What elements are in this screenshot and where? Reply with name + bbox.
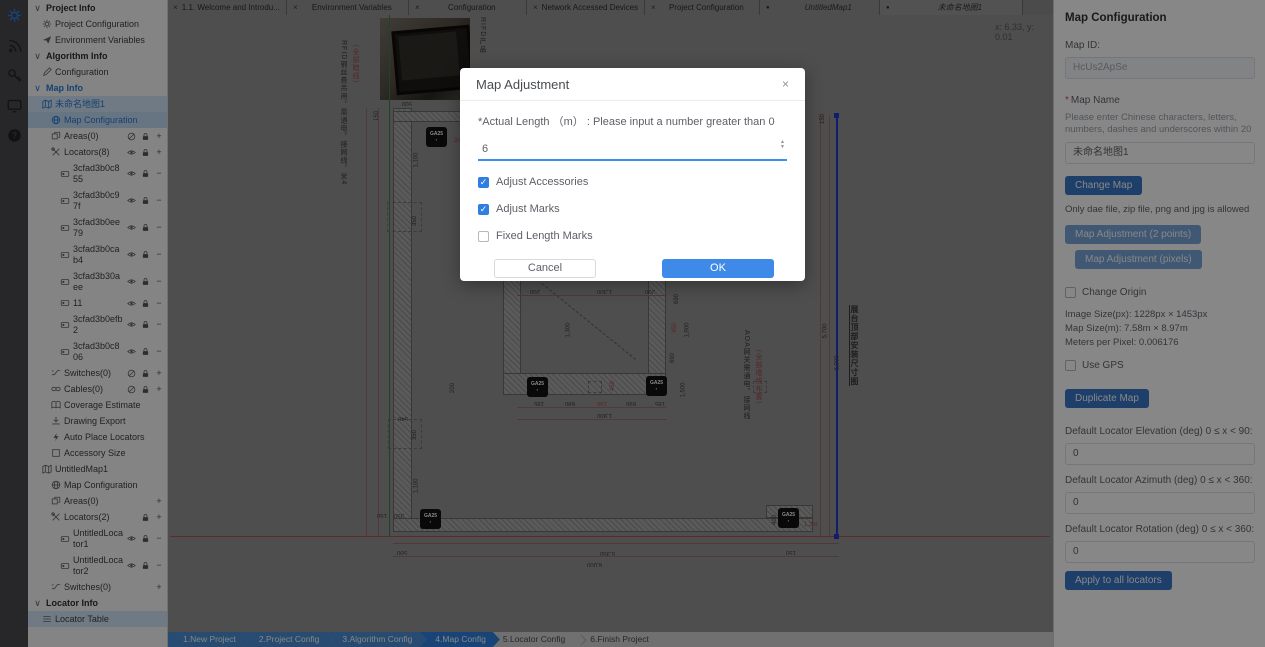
number-stepper[interactable]: ▲▼ <box>780 140 785 150</box>
dialog-title: Map Adjustment <box>476 77 569 92</box>
map-adjustment-dialog: Map Adjustment × *Actual Length （m） : Pl… <box>460 68 805 281</box>
actual-length-input[interactable]: 6 ▲▼ <box>478 139 787 161</box>
checkbox-label: Adjust Accessories <box>496 176 588 188</box>
checkbox-box[interactable] <box>478 231 489 242</box>
adjust-accessories-checkbox[interactable]: ✓ Adjust Accessories <box>478 176 787 188</box>
ok-button[interactable]: OK <box>662 259 774 278</box>
checkbox-box[interactable]: ✓ <box>478 204 489 215</box>
adjust-marks-checkbox[interactable]: ✓ Adjust Marks <box>478 203 787 215</box>
close-icon[interactable]: × <box>782 77 789 91</box>
actual-length-label: *Actual Length （m） : Please input a numb… <box>478 113 787 129</box>
checkbox-label: Fixed Length Marks <box>496 230 593 242</box>
checkbox-box[interactable]: ✓ <box>478 177 489 188</box>
fixed-length-marks-checkbox[interactable]: Fixed Length Marks <box>478 230 787 242</box>
checkbox-label: Adjust Marks <box>496 203 560 215</box>
cancel-button[interactable]: Cancel <box>494 259 596 278</box>
actual-length-value: 6 <box>482 143 488 155</box>
step-down-icon: ▼ <box>780 145 785 150</box>
